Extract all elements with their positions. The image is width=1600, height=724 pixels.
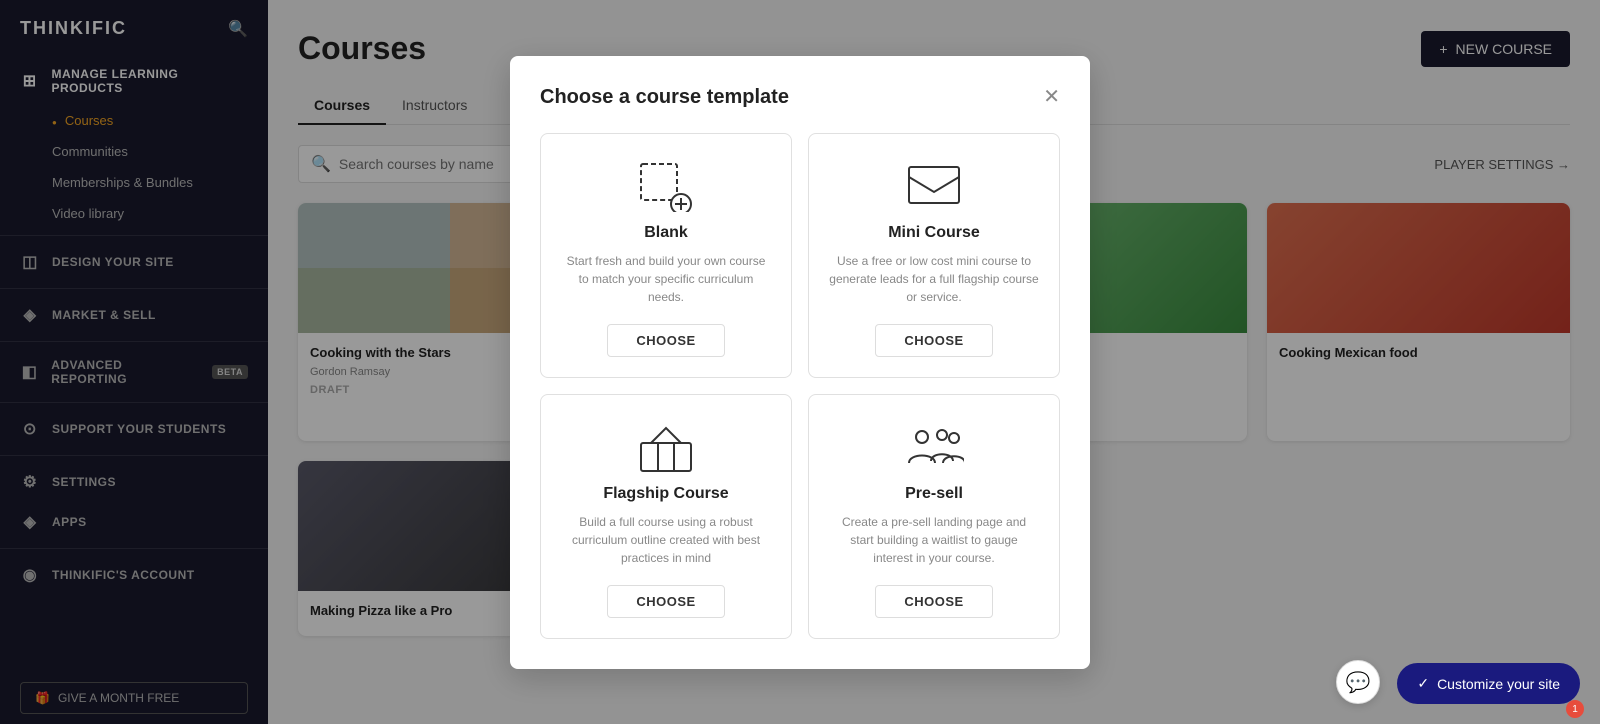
chat-icon: 💬 (1346, 670, 1371, 695)
template-grid: Blank Start fresh and build your own cou… (540, 133, 1060, 639)
flagship-desc: Build a full course using a robust curri… (561, 513, 771, 567)
customize-site-button[interactable]: ✓ Customize your site (1397, 663, 1580, 704)
flagship-name: Flagship Course (603, 485, 728, 503)
pre-sell-choose-button[interactable]: CHOOSE (875, 585, 992, 618)
mini-course-choose-button[interactable]: CHOOSE (875, 324, 992, 357)
flagship-course-icon (636, 423, 696, 473)
modal-overlay: Choose a course template ✕ Blank Start f… (0, 0, 1600, 724)
flagship-choose-button[interactable]: CHOOSE (607, 585, 724, 618)
blank-template-icon (636, 162, 696, 212)
pre-sell-icon (904, 423, 964, 473)
blank-template-desc: Start fresh and build your own course to… (561, 252, 771, 306)
blank-choose-button[interactable]: CHOOSE (607, 324, 724, 357)
checkmark-icon: ✓ (1417, 675, 1429, 692)
customize-label: Customize your site (1437, 676, 1560, 692)
mini-course-desc: Use a free or low cost mini course to ge… (829, 252, 1039, 306)
template-card-flagship: Flagship Course Build a full course usin… (540, 394, 792, 639)
pre-sell-name: Pre-sell (905, 485, 963, 503)
template-modal: Choose a course template ✕ Blank Start f… (510, 56, 1090, 669)
template-card-blank: Blank Start fresh and build your own cou… (540, 133, 792, 378)
template-card-mini-course: Mini Course Use a free or low cost mini … (808, 133, 1060, 378)
template-card-pre-sell: Pre-sell Create a pre-sell landing page … (808, 394, 1060, 639)
mini-course-name: Mini Course (888, 224, 980, 242)
pre-sell-desc: Create a pre-sell landing page and start… (829, 513, 1039, 567)
customize-badge: 1 (1566, 700, 1584, 718)
blank-template-name: Blank (644, 224, 688, 242)
modal-close-button[interactable]: ✕ (1043, 87, 1060, 107)
mini-course-icon (904, 162, 964, 212)
modal-title: Choose a course template (540, 86, 789, 109)
chat-button[interactable]: 💬 (1336, 660, 1380, 704)
modal-header: Choose a course template ✕ (540, 86, 1060, 109)
